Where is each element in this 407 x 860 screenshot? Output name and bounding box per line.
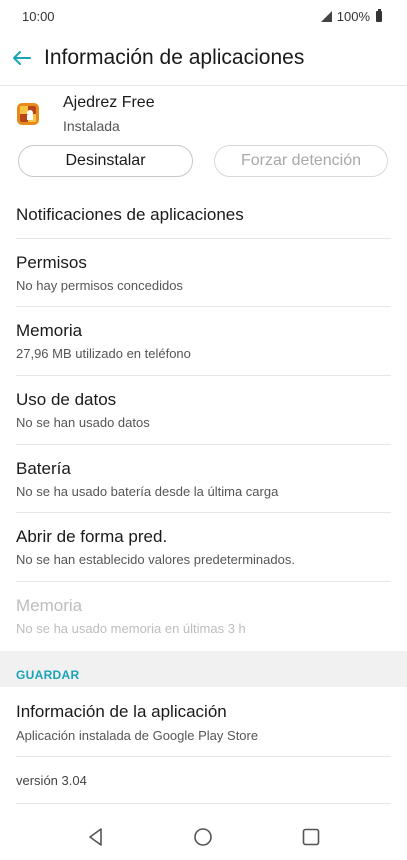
triangle-back-icon[interactable]	[82, 823, 110, 851]
status-indicators: 100%	[320, 9, 382, 24]
app-name: Ajedrez Free	[63, 94, 155, 111]
permissions-row[interactable]: Permisos No hay permisos concedidos	[16, 239, 391, 307]
status-bar: 10:00 100%	[0, 0, 407, 32]
battery-title: Batería	[16, 459, 71, 478]
data-usage-row[interactable]: Uso de datos No se han usado datos	[16, 376, 391, 445]
battery-row[interactable]: Batería No se ha usado batería desde la …	[16, 445, 391, 513]
data-usage-subtitle: No se han usado datos	[16, 415, 150, 430]
page-title: Información de aplicaciones	[44, 46, 305, 69]
memory-title: Memoria	[16, 596, 83, 615]
app-details-subtitle: Aplicación instalada de Google Play Stor…	[16, 728, 259, 743]
battery-icon	[376, 9, 382, 22]
signal-icon	[320, 11, 332, 22]
uninstall-button[interactable]: Desinstalar	[18, 145, 193, 177]
data-usage-title: Uso de datos	[16, 390, 117, 409]
memory-row: Memoria No se ha usado memoria en última…	[16, 582, 391, 651]
open-by-default-subtitle: No se han establecido valores predetermi…	[16, 552, 295, 567]
permissions-title: Permisos	[16, 253, 87, 272]
permissions-subtitle: No hay permisos concedidos	[16, 278, 183, 293]
app-details-title: Información de la aplicación	[16, 702, 227, 721]
store-section-header: GUARDAR	[0, 651, 407, 687]
app-install-status: Instalada	[63, 118, 120, 134]
circle-home-icon[interactable]	[189, 823, 217, 851]
storage-row[interactable]: Memoria 27,96 MB utilizado en teléfono	[16, 307, 391, 376]
open-by-default-title: Abrir de forma pred.	[16, 527, 168, 546]
store-section-label: GUARDAR	[16, 668, 80, 682]
square-recents-icon[interactable]	[297, 823, 325, 851]
memory-subtitle: No se ha usado memoria en últimas 3 h	[16, 621, 246, 636]
battery-subtitle: No se ha usado batería desde la última c…	[16, 484, 279, 499]
arrow-left-icon[interactable]	[10, 44, 34, 72]
open-by-default-row[interactable]: Abrir de forma pred. No se han estableci…	[16, 513, 391, 582]
battery-percent: 100%	[336, 9, 370, 24]
divider	[16, 803, 391, 804]
app-bar: Información de aplicaciones	[0, 32, 407, 86]
app-version: versión 3.04	[16, 773, 87, 788]
navigation-bar	[0, 815, 407, 860]
storage-subtitle: 27,96 MB utilizado en teléfono	[16, 346, 191, 361]
app-details-row[interactable]: Información de la aplicación Aplicación …	[16, 687, 391, 757]
storage-title: Memoria	[16, 321, 83, 340]
force-stop-button[interactable]: Forzar detención	[214, 145, 388, 177]
app-header: Ajedrez Free Instalada	[0, 86, 407, 142]
chess-app-icon	[17, 103, 39, 125]
status-time: 10:00	[22, 9, 55, 24]
notifications-title: Notificaciones de aplicaciones	[16, 205, 244, 224]
notifications-row[interactable]: Notificaciones de aplicaciones	[16, 191, 391, 239]
